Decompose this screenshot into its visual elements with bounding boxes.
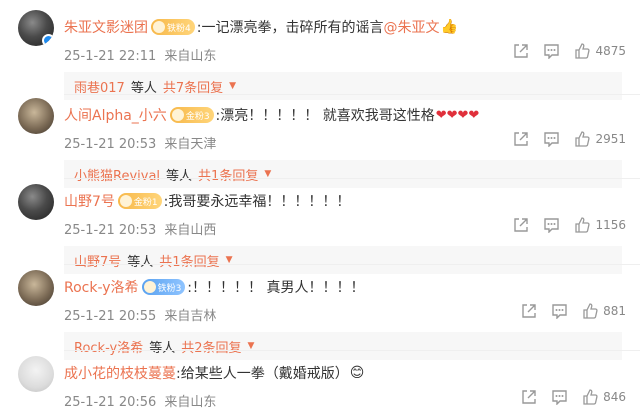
comment-actions: 881 <box>521 303 626 319</box>
like-button[interactable]: 881 <box>582 303 626 319</box>
mention-link[interactable]: @朱亚文 <box>383 17 439 37</box>
commenter-name[interactable]: Rock-y洛希 <box>64 277 139 297</box>
avatar[interactable] <box>18 356 54 392</box>
commenter-name[interactable]: 成小花的枝枝蔓蔓 <box>64 363 176 383</box>
comment-text: :给某些人一拳（戴婚戒版） <box>176 366 349 382</box>
like-button[interactable]: 846 <box>582 389 626 405</box>
like-button[interactable]: 4875 <box>574 43 626 59</box>
comment-meta: 25-1-21 22:11 来自山东 <box>64 45 216 64</box>
crown-icon <box>119 195 132 207</box>
crown-icon <box>143 281 156 293</box>
like-count: 2951 <box>595 132 626 146</box>
reply-user: 山野7号 <box>74 254 122 270</box>
heart-emoji: ❤❤❤❤ <box>435 107 480 123</box>
reply-user: 小熊猫Revival <box>74 168 161 184</box>
comment-text: :！！！！！ 真男人！！！！ <box>187 280 365 296</box>
divider <box>64 350 640 351</box>
divider <box>64 264 640 265</box>
reply-count: 共7条回复 <box>162 80 224 96</box>
commenter-name[interactable]: 人间Alpha_小六 <box>64 105 167 125</box>
thumb-icon <box>583 389 598 405</box>
comment-date: 25-1-21 20:53 <box>64 137 157 152</box>
like-button[interactable]: 2951 <box>574 131 626 147</box>
comment-date: 25-1-21 20:55 <box>64 309 157 324</box>
reply-count: 共1条回复 <box>198 168 259 184</box>
like-count: 1156 <box>595 218 626 232</box>
comment-meta: 25-1-21 20:56 来自山东 <box>64 391 216 409</box>
thumb-icon <box>583 303 598 319</box>
comment-meta: 25-1-21 20:53 来自天津 <box>64 133 216 152</box>
verified-icon <box>42 34 54 46</box>
comment-actions: 1156 <box>513 217 626 233</box>
comment-icon[interactable] <box>551 303 568 319</box>
thumb-icon <box>575 217 591 233</box>
fan-badge: 铁粉4 <box>151 19 195 35</box>
comment-actions: 846 <box>521 389 626 405</box>
share-icon[interactable] <box>513 131 529 147</box>
crown-icon <box>171 109 184 121</box>
comment-meta: 25-1-21 20:53 来自山西 <box>64 219 216 238</box>
divider <box>64 178 640 179</box>
fan-badge: 金粉3 <box>169 107 214 123</box>
chevron-down-icon: ▼ <box>229 81 237 91</box>
like-count: 4875 <box>595 44 626 58</box>
thumb-icon <box>575 43 591 59</box>
comment-location: 来自吉林 <box>164 309 217 324</box>
comment-meta: 25-1-21 20:55 来自吉林 <box>64 305 216 324</box>
thumb-icon <box>575 131 591 147</box>
comment-date: 25-1-21 20:53 <box>64 223 157 238</box>
comment-actions: 4875 <box>513 43 626 59</box>
reply-count: 共1条回复 <box>159 254 220 270</box>
comment-location: 来自山东 <box>164 395 217 409</box>
comment-date: 25-1-21 22:11 <box>64 49 157 64</box>
comment-location: 来自天津 <box>164 137 217 152</box>
like-button[interactable]: 1156 <box>574 217 626 233</box>
share-icon[interactable] <box>513 43 529 59</box>
comment-date: 25-1-21 20:56 <box>64 395 157 409</box>
avatar[interactable] <box>18 10 54 46</box>
reply-summary[interactable]: 山野7号 等人 共1条回复 ▼ <box>64 246 622 274</box>
comment-icon[interactable] <box>551 389 568 405</box>
comment-text: :我哥要永远幸福！！！！！！ <box>163 194 351 210</box>
share-icon[interactable] <box>513 217 529 233</box>
like-count: 846 <box>603 390 626 404</box>
fan-badge: 金粉1 <box>117 193 162 209</box>
thumbs-up-emoji: 👍 <box>440 19 458 35</box>
reply-user: Rock-y洛希 <box>74 340 144 356</box>
comment-icon[interactable] <box>543 43 560 59</box>
divider <box>64 94 640 95</box>
comment-icon[interactable] <box>543 131 560 147</box>
comment-actions: 2951 <box>513 131 626 147</box>
comment-text: :一记漂亮拳，击碎所有的谣言 <box>196 20 384 36</box>
comment-location: 来自山西 <box>164 223 217 238</box>
avatar[interactable] <box>18 270 54 306</box>
reply-user: 雨巷017 <box>74 80 125 96</box>
comment-text: :漂亮！！！！！ 就喜欢我哥这性格 <box>215 108 435 124</box>
comment-location: 来自山东 <box>164 49 217 64</box>
like-count: 881 <box>603 304 626 318</box>
avatar[interactable] <box>18 98 54 134</box>
fan-badge: 铁粉3 <box>141 279 186 295</box>
reply-summary[interactable]: 雨巷017 等人 共7条回复 ▼ <box>64 72 622 100</box>
reply-summary[interactable]: Rock-y洛希 等人 共2条回复 ▼ <box>64 332 622 360</box>
share-icon[interactable] <box>521 303 537 319</box>
avatar[interactable] <box>18 184 54 220</box>
reply-count: 共2条回复 <box>181 340 242 356</box>
smile-emoji: 😊 <box>349 365 365 381</box>
crown-icon <box>153 21 165 33</box>
commenter-name[interactable]: 山野7号 <box>64 191 115 211</box>
comment-icon[interactable] <box>543 217 560 233</box>
commenter-name[interactable]: 朱亚文影迷团 <box>64 17 148 37</box>
share-icon[interactable] <box>521 389 537 405</box>
reply-summary[interactable]: 小熊猫Revival 等人 共1条回复 ▼ <box>64 160 622 188</box>
